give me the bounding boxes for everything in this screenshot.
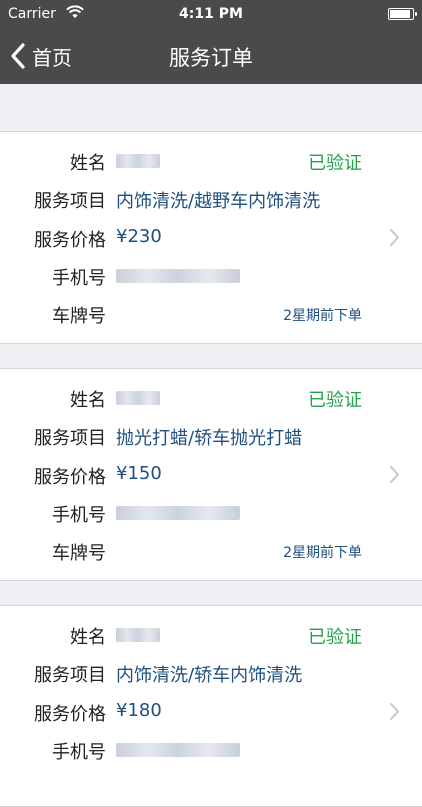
status-bar: Carrier 4:11 PM (0, 0, 422, 28)
page-title: 服务订单 (169, 46, 253, 70)
price-row: 服务价格 ¥180 (0, 693, 422, 731)
order-card[interactable]: 姓名 已验证 服务项目 内饰清洗/轿车内饰清洗 服务价格 ¥180 手机号 (0, 605, 422, 807)
status-badge: 已验证 (308, 627, 362, 648)
phone-label: 手机号 (52, 505, 106, 526)
chevron-right-icon[interactable] (389, 702, 400, 721)
service-value: 内饰清洗/轿车内饰清洗 (116, 665, 303, 686)
service-value: 内饰清洗/越野车内饰清洗 (116, 191, 321, 212)
price-value: ¥150 (116, 463, 162, 484)
customer-name-redacted (116, 154, 160, 168)
chevron-right-icon[interactable] (389, 465, 400, 484)
chevron-right-icon[interactable] (389, 228, 400, 247)
customer-name-redacted (116, 628, 160, 642)
price-row: 服务价格 ¥230 (0, 219, 422, 257)
navigation-bar: 首页 服务订单 (0, 28, 422, 84)
status-time: 4:11 PM (179, 6, 243, 22)
service-row: 服务项目 内饰清洗/轿车内饰清洗 (0, 654, 422, 692)
price-label: 服务价格 (34, 704, 106, 725)
price-value: ¥180 (116, 700, 162, 721)
phone-row: 手机号 (0, 257, 422, 295)
service-row: 服务项目 抛光打蜡/轿车抛光打蜡 (0, 417, 422, 455)
phone-number-redacted (116, 506, 240, 520)
price-label: 服务价格 (34, 467, 106, 488)
service-label: 服务项目 (34, 428, 106, 449)
order-time: 2星期前下单 (283, 308, 362, 324)
order-card[interactable]: 姓名 已验证 服务项目 抛光打蜡/轿车抛光打蜡 服务价格 ¥150 手机号 车牌… (0, 368, 422, 581)
price-row: 服务价格 ¥150 (0, 456, 422, 494)
name-label: 姓名 (70, 627, 106, 648)
name-label: 姓名 (70, 153, 106, 174)
phone-label: 手机号 (52, 742, 106, 763)
service-label: 服务项目 (34, 665, 106, 686)
price-value: ¥230 (116, 226, 162, 247)
order-card[interactable]: 姓名 已验证 服务项目 内饰清洗/越野车内饰清洗 服务价格 ¥230 手机号 车… (0, 131, 422, 344)
plate-row: 车牌号 2星期前下单 (0, 295, 422, 333)
name-row: 姓名 已验证 (0, 616, 422, 654)
service-row: 服务项目 内饰清洗/越野车内饰清洗 (0, 180, 422, 218)
phone-label: 手机号 (52, 268, 106, 289)
phone-number-redacted (116, 743, 240, 757)
service-label: 服务项目 (34, 191, 106, 212)
plate-row: 车牌号 2星期前下单 (0, 532, 422, 570)
service-value: 抛光打蜡/轿车抛光打蜡 (116, 428, 303, 449)
price-label: 服务价格 (34, 230, 106, 251)
phone-number-redacted (116, 269, 240, 283)
name-row: 姓名 已验证 (0, 142, 422, 180)
order-time: 2星期前下单 (283, 545, 362, 561)
status-badge: 已验证 (308, 153, 362, 174)
phone-row: 手机号 (0, 731, 422, 769)
plate-label: 车牌号 (52, 306, 106, 327)
status-badge: 已验证 (308, 390, 362, 411)
name-label: 姓名 (70, 390, 106, 411)
plate-label: 车牌号 (52, 543, 106, 564)
battery-icon (388, 8, 417, 20)
customer-name-redacted (116, 391, 160, 405)
phone-row: 手机号 (0, 494, 422, 532)
name-row: 姓名 已验证 (0, 379, 422, 417)
